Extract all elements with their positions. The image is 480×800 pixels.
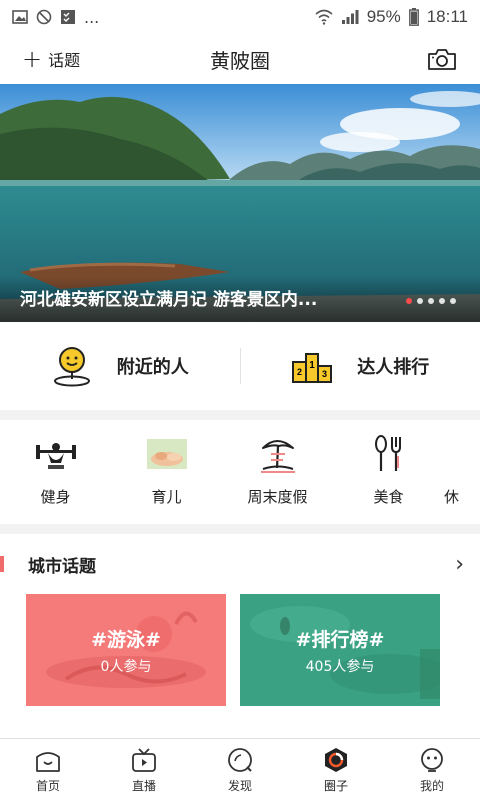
svg-text:3: 3 bbox=[322, 369, 327, 379]
spoon-fork-icon bbox=[367, 434, 411, 474]
section-marker bbox=[0, 556, 4, 572]
add-topic-button[interactable]: + 话题 bbox=[22, 47, 80, 71]
topic-name: #排行榜# bbox=[295, 628, 385, 651]
smiley-location-icon bbox=[53, 347, 90, 387]
category-food[interactable]: 美食 bbox=[333, 434, 444, 507]
tab-home[interactable]: 首页 bbox=[0, 739, 96, 800]
more-notifications: ... bbox=[84, 7, 100, 27]
camera-button[interactable] bbox=[426, 45, 458, 73]
add-topic-label: 话题 bbox=[48, 51, 81, 70]
topic-participants: 0人参与 bbox=[100, 658, 152, 675]
category-parenting[interactable]: 育儿 bbox=[111, 434, 222, 507]
wifi-icon bbox=[315, 9, 333, 25]
camera-icon bbox=[428, 49, 456, 70]
battery-percent: 95% bbox=[366, 7, 401, 26]
topic-card-ranking[interactable]: #排行榜# 405人参与 bbox=[240, 594, 440, 706]
gallery-icon bbox=[12, 10, 28, 24]
category-label: 休 bbox=[444, 488, 460, 506]
fitness-icon bbox=[34, 434, 78, 474]
status-icons-right: 95% 18:11 bbox=[315, 7, 468, 27]
category-label: 周末度假 bbox=[247, 488, 308, 506]
topic-participants: 405人参与 bbox=[305, 658, 375, 675]
cellular-signal-icon bbox=[341, 10, 359, 24]
status-bar: ... 95% 18:11 bbox=[0, 0, 480, 34]
tab-live[interactable]: 直播 bbox=[96, 739, 192, 800]
title-bar: + 话题 黄陂圈 bbox=[0, 34, 480, 84]
expert-ranking-label: 达人排行 bbox=[357, 357, 430, 378]
checklist-icon bbox=[61, 10, 75, 24]
category-row: 健身 育儿 周末度假 美食 休 bbox=[0, 420, 480, 524]
topic-cards: #游泳# 0人参与 #排行榜# 405人参与 bbox=[0, 594, 480, 706]
tab-label: 直播 bbox=[131, 778, 156, 793]
city-topics-header[interactable]: 城市话题 › bbox=[0, 534, 480, 594]
tab-profile[interactable]: 我的 bbox=[384, 739, 480, 800]
tab-label: 我的 bbox=[419, 778, 444, 793]
banner-dot[interactable] bbox=[450, 298, 456, 304]
category-fitness[interactable]: 健身 bbox=[0, 434, 111, 507]
tab-label: 首页 bbox=[35, 778, 60, 793]
category-weekend-vacation[interactable]: 周末度假 bbox=[222, 434, 333, 507]
parenting-icon bbox=[145, 434, 189, 474]
city-topics-section: 城市话题 › #游泳# 0人参与 #排行榜# 405人参与 bbox=[0, 534, 480, 738]
nearby-people-label: 附近的人 bbox=[116, 357, 189, 378]
chevron-right-icon[interactable]: › bbox=[455, 552, 464, 577]
plus-icon: + bbox=[22, 45, 43, 73]
city-topics-title: 城市话题 bbox=[28, 556, 96, 577]
status-icons-left: ... bbox=[12, 8, 99, 27]
banner-pagination bbox=[406, 298, 456, 304]
banner-caption: 河北雄安新区设立满月记 游客景区内... bbox=[20, 290, 318, 310]
podium-icon: 1 2 3 bbox=[292, 353, 333, 383]
category-label: 健身 bbox=[40, 488, 71, 506]
svg-text:2: 2 bbox=[297, 367, 302, 377]
battery-icon bbox=[408, 8, 419, 26]
palm-tree-icon bbox=[256, 434, 300, 474]
banner-dot[interactable] bbox=[417, 298, 423, 304]
tab-discover[interactable]: 发现 bbox=[192, 739, 288, 800]
banner-dot[interactable] bbox=[428, 298, 434, 304]
profile-icon bbox=[418, 746, 446, 774]
tab-circle[interactable]: 圈子 bbox=[288, 739, 384, 800]
banner-carousel[interactable]: 河北雄安新区设立满月记 游客景区内... bbox=[0, 84, 480, 322]
clock: 18:11 bbox=[426, 7, 468, 26]
home-icon bbox=[34, 746, 62, 774]
tab-label: 圈子 bbox=[323, 778, 348, 793]
nearby-people-button[interactable]: 附近的人 bbox=[0, 345, 240, 387]
tab-label: 发现 bbox=[227, 778, 252, 793]
topic-name: #游泳# bbox=[91, 628, 161, 651]
category-label: 美食 bbox=[373, 488, 404, 506]
blocked-icon bbox=[36, 9, 52, 25]
category-more[interactable]: 休 bbox=[444, 434, 474, 507]
discover-icon bbox=[226, 746, 254, 774]
topic-card-swimming[interactable]: #游泳# 0人参与 bbox=[26, 594, 226, 706]
banner-dot[interactable] bbox=[406, 298, 412, 304]
category-label: 育儿 bbox=[151, 488, 182, 506]
quick-links: 附近的人 1 2 3 达人排行 bbox=[0, 322, 480, 410]
expert-ranking-button[interactable]: 1 2 3 达人排行 bbox=[241, 348, 480, 384]
circle-icon bbox=[322, 746, 350, 774]
category-icon bbox=[444, 434, 474, 474]
banner-dot[interactable] bbox=[439, 298, 445, 304]
svg-text:1: 1 bbox=[309, 360, 315, 371]
tv-icon bbox=[130, 746, 158, 774]
bottom-tab-bar: 首页 直播 发现 圈子 我的 bbox=[0, 738, 480, 800]
